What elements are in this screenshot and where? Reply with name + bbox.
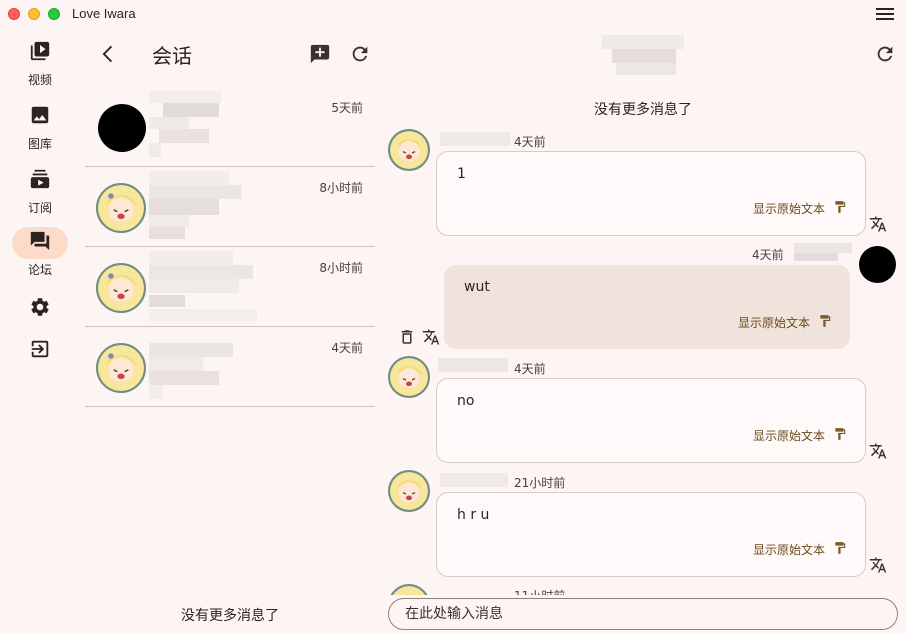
message-text: h r u (457, 507, 490, 523)
message-text: no (457, 393, 475, 409)
rail-item-gallery[interactable]: 图库 (0, 101, 80, 152)
avatar (96, 263, 146, 313)
message-time: 21小时前 (514, 476, 566, 490)
translate-icon[interactable] (422, 328, 440, 346)
close-window-button[interactable] (8, 8, 20, 20)
avatar (859, 246, 896, 283)
conversation-time: 8小时前 (319, 181, 363, 195)
message-text: wut (464, 279, 490, 295)
conversation-time: 8小时前 (319, 261, 363, 275)
show-original-label: 显示原始文本 (752, 202, 825, 216)
conversation-time: 4天前 (331, 341, 363, 355)
subscriptions-icon (29, 168, 51, 194)
refresh-icon[interactable] (874, 43, 896, 65)
blurred-sender-name (440, 473, 508, 487)
logout-button[interactable] (0, 335, 80, 367)
conversation-item[interactable]: 4天前 (85, 327, 375, 407)
paint-roller-icon (825, 427, 847, 444)
message-bubble: no 显示原始文本 (436, 378, 866, 463)
blurred-chat-title (602, 35, 684, 75)
blurred-sender-name (149, 91, 229, 165)
title-bar: Love Iwara (0, 0, 906, 27)
nav-rail: 视频 图库 订阅 论坛 (0, 27, 80, 634)
blurred-sender-name (149, 331, 239, 405)
conversation-item[interactable]: 8小时前 (85, 167, 375, 247)
conversation-list-header: 会话 (85, 27, 375, 83)
image-icon (29, 104, 51, 130)
settings-button[interactable] (0, 293, 80, 325)
chat-panel: 没有更多消息了 4天前 1 显示原始文本 4天前 wut 显示原始文本 4天前 … (380, 27, 906, 634)
message-time: 4天前 (514, 362, 546, 376)
show-original-button[interactable]: 显示原始文本 (738, 314, 832, 331)
message-bubble: h r u 显示原始文本 (436, 492, 866, 577)
blurred-sender-name (794, 243, 852, 261)
message-input[interactable] (388, 598, 898, 630)
rail-label-subscriptions: 订阅 (27, 201, 52, 215)
zoom-window-button[interactable] (48, 8, 60, 20)
show-original-button[interactable]: 显示原始文本 (753, 427, 847, 444)
message-bubble: wut 显示原始文本 (444, 265, 850, 349)
delete-icon[interactable] (398, 328, 416, 346)
translate-icon[interactable] (869, 556, 887, 574)
conversation-list-panel: 会话 5天前 8小时前 8小时前 4天前 没有更多消息了 (85, 27, 375, 634)
avatar (98, 104, 146, 152)
blurred-sender-name (149, 251, 259, 325)
message-time: 4天前 (514, 135, 546, 149)
rail-item-forum[interactable]: 论坛 (0, 227, 80, 278)
conversation-item[interactable]: 8小时前 (85, 247, 375, 327)
rail-item-subscriptions[interactable]: 订阅 (0, 165, 80, 216)
rail-label-videos: 视频 (27, 73, 52, 87)
no-more-messages-label: 没有更多消息了 (181, 608, 279, 624)
page-title: 会话 (152, 44, 192, 68)
avatar (388, 356, 430, 398)
refresh-icon[interactable] (349, 43, 371, 65)
rail-label-forum: 论坛 (27, 263, 52, 277)
avatar (96, 343, 146, 393)
gear-icon (29, 296, 51, 322)
video-library-icon (29, 40, 51, 66)
avatar (96, 183, 146, 233)
forum-icon (29, 230, 51, 256)
conversation-time: 5天前 (331, 101, 363, 115)
translate-icon[interactable] (869, 215, 887, 233)
rail-label-gallery: 图库 (27, 137, 52, 151)
blurred-sender-name (438, 358, 508, 372)
show-original-button[interactable]: 显示原始文本 (753, 200, 847, 217)
window-title: Love Iwara (72, 6, 136, 21)
translate-icon[interactable] (869, 442, 887, 460)
avatar (388, 470, 430, 512)
no-more-messages-label: 没有更多消息了 (594, 102, 692, 118)
show-original-button[interactable]: 显示原始文本 (753, 541, 847, 558)
logout-icon (29, 338, 51, 364)
minimize-window-button[interactable] (28, 8, 40, 20)
message-text: 1 (457, 166, 466, 182)
paint-roller-icon (825, 200, 847, 217)
message-bubble: 1 显示原始文本 (436, 151, 866, 236)
paint-roller-icon (810, 314, 832, 331)
show-original-label: 显示原始文本 (737, 316, 810, 330)
rail-item-videos[interactable]: 视频 (0, 37, 80, 88)
conversation-item[interactable]: 5天前 (85, 87, 375, 167)
show-original-label: 显示原始文本 (752, 543, 825, 557)
blurred-sender-name (149, 171, 244, 245)
new-conversation-icon[interactable] (309, 43, 331, 65)
show-original-label: 显示原始文本 (752, 429, 825, 443)
back-arrow-icon[interactable] (98, 41, 120, 67)
paint-roller-icon (825, 541, 847, 558)
avatar (388, 129, 430, 171)
message-time: 4天前 (752, 248, 784, 262)
hamburger-menu-icon[interactable] (876, 8, 894, 20)
blurred-sender-name (440, 132, 510, 146)
